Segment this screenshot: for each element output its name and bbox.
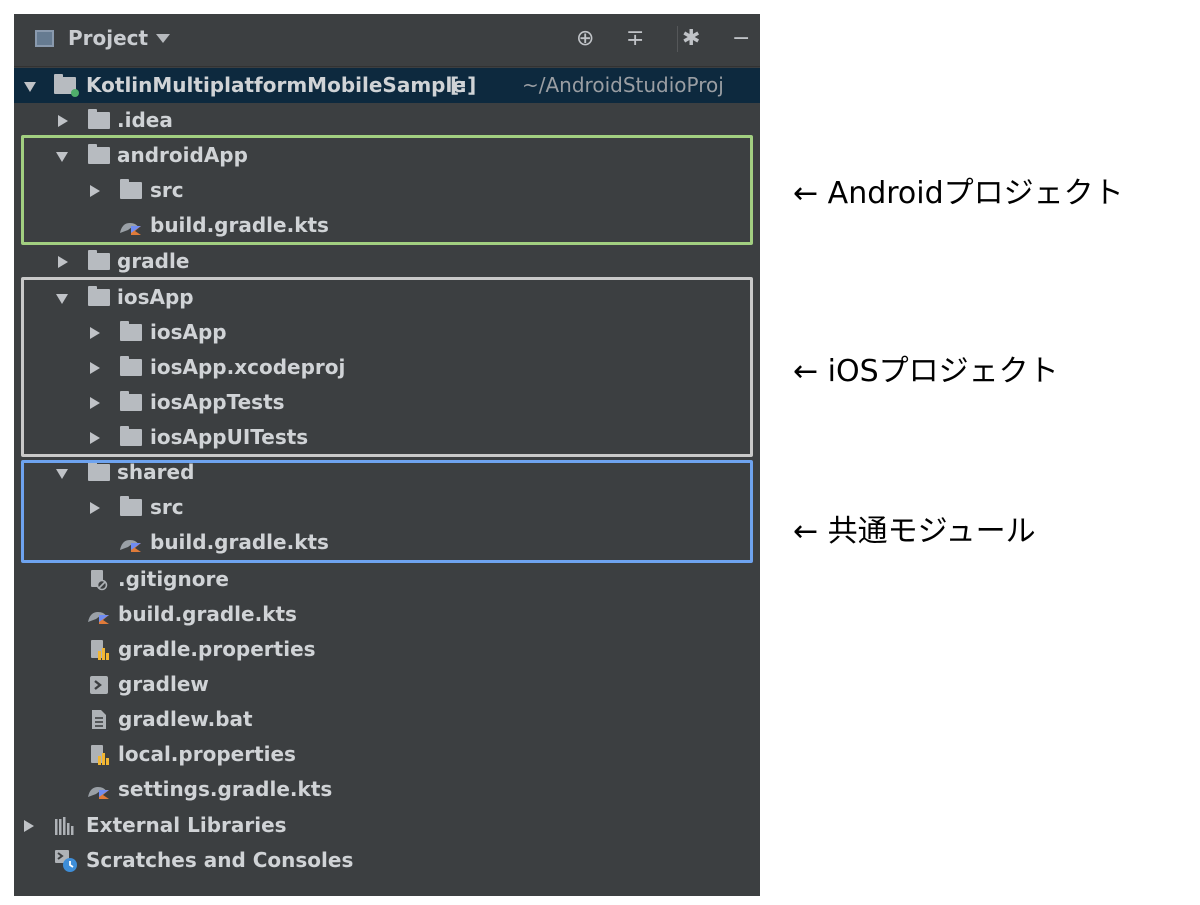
project-name: KotlinMultiplatformMobileSample — [86, 73, 466, 97]
chevron-down-icon[interactable] — [24, 82, 36, 92]
text-file-icon — [92, 710, 106, 729]
tree-item-settings-gradle[interactable]: settings.gradle.kts — [14, 772, 760, 807]
tree-item-gradlew-bat[interactable]: gradlew.bat — [14, 702, 760, 737]
tree-item-idea[interactable]: .idea — [14, 103, 760, 138]
tool-window-header: Project ⊕ ∓ ✱ − — [14, 14, 760, 67]
gradle-kotlin-icon — [88, 612, 109, 624]
project-path: ~/AndroidStudioProj — [522, 73, 724, 97]
project-tag: [:] — [450, 73, 477, 97]
scratches-icon — [55, 850, 77, 872]
tree-root-project[interactable]: KotlinMultiplatformMobileSample [:] ~/An… — [14, 68, 760, 103]
tree-item-gradlew[interactable]: gradlew — [14, 667, 760, 702]
chevron-right-icon[interactable] — [58, 115, 68, 127]
tree-item-gradle[interactable]: gradle — [14, 244, 760, 279]
module-folder-icon — [54, 74, 79, 97]
gear-icon[interactable]: ✱ — [682, 24, 700, 54]
tree-item-label: settings.gradle.kts — [118, 777, 333, 801]
ios-project-highlight — [21, 277, 753, 457]
tree-item-label: gradle.properties — [118, 637, 316, 661]
tree-item-label: gradlew.bat — [118, 707, 253, 731]
ignore-file-icon — [91, 570, 108, 591]
tree-item-label: gradle — [117, 249, 190, 273]
gradle-kotlin-icon — [88, 787, 109, 799]
tree-item-label: gradlew — [118, 672, 209, 696]
tree-item-gitignore[interactable]: .gitignore — [14, 562, 760, 597]
tree-item-label: External Libraries — [86, 813, 287, 837]
project-view-selector[interactable]: Project — [68, 26, 148, 50]
tree-item-root-build-gradle[interactable]: build.gradle.kts — [14, 597, 760, 632]
tree-item-local-properties[interactable]: local.properties — [14, 737, 760, 772]
chevron-right-icon[interactable] — [24, 820, 34, 832]
tree-item-gradle-properties[interactable]: gradle.properties — [14, 632, 760, 667]
tree-item-label: Scratches and Consoles — [86, 848, 354, 872]
folder-icon — [88, 250, 110, 270]
tree-item-label: build.gradle.kts — [118, 602, 297, 626]
tree-item-scratches[interactable]: Scratches and Consoles — [14, 843, 760, 878]
tree-item-label: .idea — [117, 108, 173, 132]
shell-script-icon — [90, 676, 108, 694]
crosshair-icon[interactable]: ⊕ — [576, 24, 594, 54]
shared-module-highlight — [21, 460, 753, 563]
android-annotation: ← Androidプロジェクト — [793, 176, 1124, 211]
folder-icon — [88, 109, 110, 129]
chevron-down-icon[interactable] — [156, 34, 170, 43]
tree-item-label: .gitignore — [118, 567, 229, 591]
tree-item-label: local.properties — [118, 742, 296, 766]
shared-annotation: ← 共通モジュール — [793, 514, 1036, 549]
toolbar-divider — [677, 26, 678, 52]
chevron-right-icon[interactable] — [58, 256, 68, 268]
properties-file-icon — [91, 640, 109, 660]
ios-annotation: ← iOSプロジェクト — [793, 354, 1059, 389]
android-project-highlight — [21, 135, 753, 245]
collapse-all-icon[interactable]: ∓ — [626, 24, 644, 54]
library-icon — [55, 817, 74, 835]
tree-item-external-libraries[interactable]: External Libraries — [14, 808, 760, 843]
properties-file-icon — [91, 745, 109, 765]
minus-icon[interactable]: − — [732, 24, 750, 54]
project-view-icon — [35, 30, 54, 47]
